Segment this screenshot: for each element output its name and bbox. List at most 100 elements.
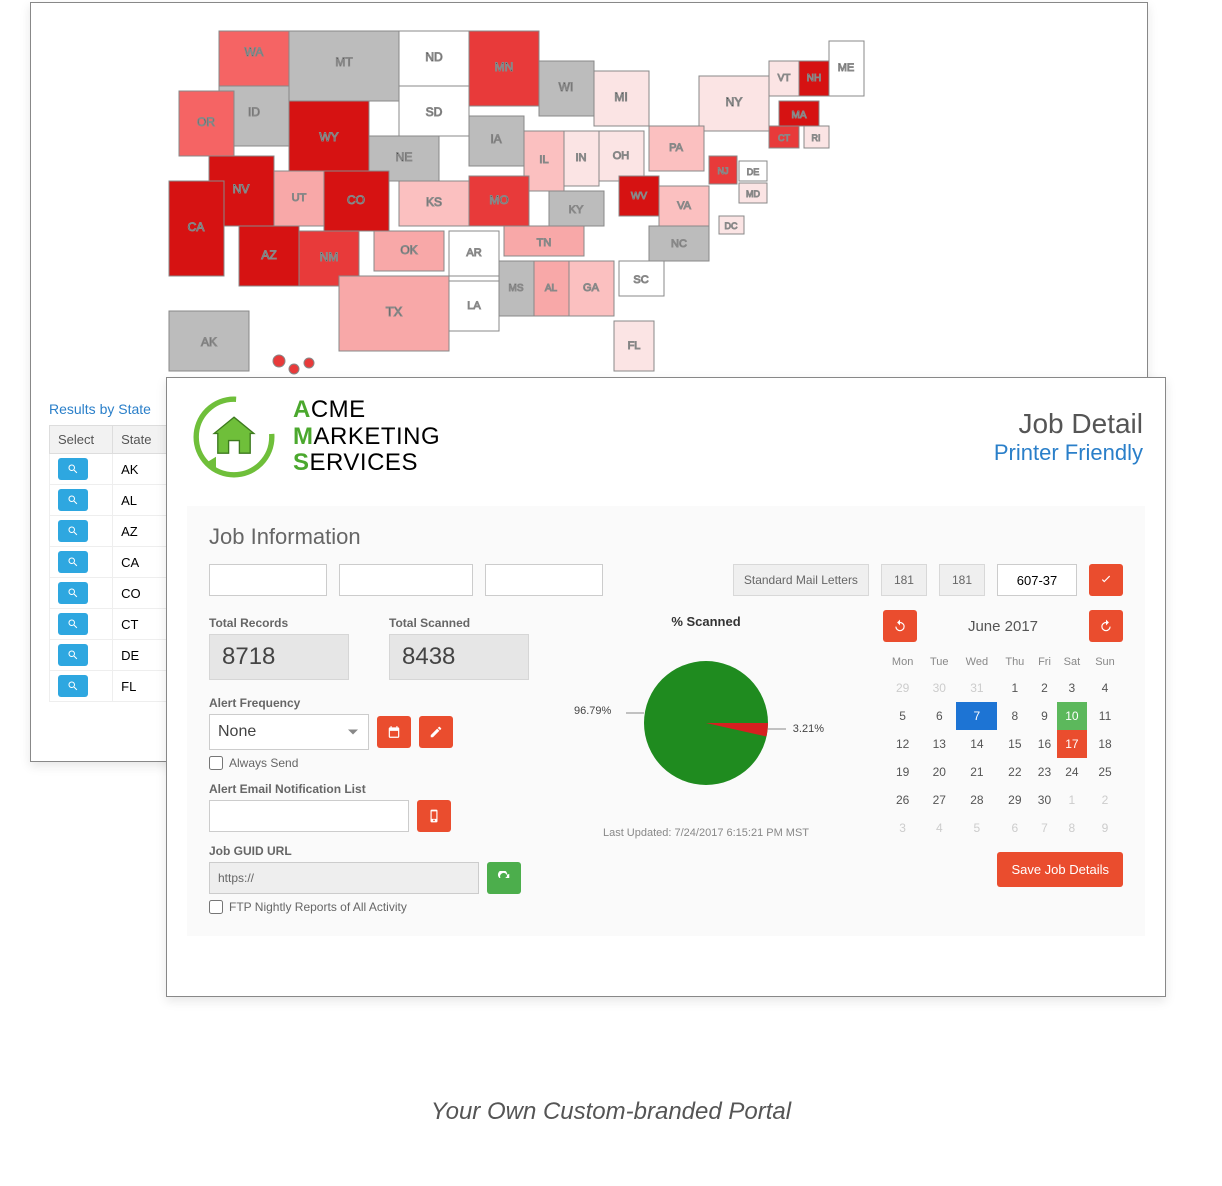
search-icon [67, 494, 79, 506]
calendar-day[interactable]: 3 [1057, 674, 1087, 702]
state-view-button[interactable] [58, 644, 88, 666]
svg-text:PA: PA [669, 142, 684, 154]
alert-calendar-button[interactable] [377, 716, 411, 748]
calendar-day[interactable]: 16 [1032, 730, 1057, 758]
calendar-day[interactable]: 24 [1057, 758, 1087, 786]
calendar-day[interactable]: 2 [1087, 786, 1123, 814]
calendar-day[interactable]: 1 [1057, 786, 1087, 814]
alert-edit-button[interactable] [419, 716, 453, 748]
svg-text:IA: IA [490, 132, 501, 146]
calendar-day[interactable]: 11 [1087, 702, 1123, 730]
calendar-day[interactable]: 31 [956, 674, 997, 702]
calendar-day[interactable]: 15 [997, 730, 1032, 758]
pie-remaining-pct-label: 3.21% [793, 723, 824, 735]
ftp-reports-checkbox[interactable] [209, 900, 223, 914]
calendar-day[interactable]: 5 [956, 814, 997, 842]
check-icon [1099, 573, 1113, 587]
save-job-details-button[interactable]: Save Job Details [997, 852, 1123, 887]
calendar-day[interactable]: 5 [883, 702, 922, 730]
search-icon [67, 556, 79, 568]
promo-caption: Your Own Custom-branded Portal [0, 1098, 1222, 1126]
state-view-button[interactable] [58, 520, 88, 542]
svg-text:TN: TN [537, 237, 552, 249]
alert-frequency-select[interactable]: None [209, 714, 369, 750]
calendar-day[interactable]: 30 [1032, 786, 1057, 814]
state-code: AZ [113, 516, 170, 547]
svg-text:CT: CT [778, 133, 790, 143]
alert-email-button[interactable] [417, 800, 451, 832]
state-view-button[interactable] [58, 675, 88, 697]
calendar-prev-button[interactable] [883, 610, 917, 642]
calendar-day[interactable]: 20 [922, 758, 956, 786]
alert-frequency-label: Alert Frequency [209, 696, 529, 710]
calendar-day[interactable]: 4 [922, 814, 956, 842]
page-title: Job Detail [994, 408, 1143, 440]
dow-header: Sat [1057, 650, 1087, 674]
search-icon [67, 649, 79, 661]
calendar-day[interactable]: 28 [956, 786, 997, 814]
printer-friendly-link[interactable]: Printer Friendly [994, 440, 1143, 466]
calendar-day[interactable]: 7 [956, 702, 997, 730]
calendar-day[interactable]: 13 [922, 730, 956, 758]
svg-text:AZ: AZ [261, 248, 276, 262]
svg-text:NH: NH [807, 73, 821, 84]
calendar-day[interactable]: 3 [883, 814, 922, 842]
calendar-day[interactable]: 30 [922, 674, 956, 702]
calendar-day[interactable]: 9 [1087, 814, 1123, 842]
calendar-next-button[interactable] [1089, 610, 1123, 642]
last-updated-text: Last Updated: 7/24/2017 6:15:21 PM MST [553, 827, 859, 839]
col-select: Select [50, 426, 113, 454]
calendar-day[interactable]: 23 [1032, 758, 1057, 786]
always-send-checkbox[interactable] [209, 756, 223, 770]
svg-text:UT: UT [292, 192, 307, 204]
job-field-2[interactable] [339, 564, 473, 596]
svg-text:SC: SC [633, 274, 648, 286]
calendar-day[interactable]: 9 [1032, 702, 1057, 730]
calendar-grid[interactable]: MonTueWedThuFriSatSun 293031123456789101… [883, 650, 1123, 842]
calendar-icon [387, 725, 401, 739]
calendar-day[interactable]: 21 [956, 758, 997, 786]
calendar-day[interactable]: 8 [1057, 814, 1087, 842]
calendar-day[interactable]: 25 [1087, 758, 1123, 786]
state-view-button[interactable] [58, 613, 88, 635]
alert-email-input[interactable] [209, 800, 409, 832]
calendar-day[interactable]: 26 [883, 786, 922, 814]
svg-text:KY: KY [569, 204, 584, 216]
us-choropleth-map[interactable]: WA MT ND MN ID SD WI MI NY VT NH ME OR W… [49, 21, 1129, 391]
confirm-button[interactable] [1089, 564, 1123, 596]
guid-refresh-button[interactable] [487, 862, 521, 894]
calendar-day[interactable]: 6 [997, 814, 1032, 842]
job-code-input[interactable] [997, 564, 1077, 596]
job-guid-input[interactable] [209, 862, 479, 894]
state-code: AL [113, 485, 170, 516]
state-view-button[interactable] [58, 582, 88, 604]
job-field-1[interactable] [209, 564, 327, 596]
calendar-day[interactable]: 29 [997, 786, 1032, 814]
ftp-reports-checkbox-row[interactable]: FTP Nightly Reports of All Activity [209, 900, 529, 914]
calendar-day[interactable]: 18 [1087, 730, 1123, 758]
always-send-checkbox-row[interactable]: Always Send [209, 756, 529, 770]
job-field-3[interactable] [485, 564, 603, 596]
state-view-button[interactable] [58, 489, 88, 511]
calendar-day[interactable]: 19 [883, 758, 922, 786]
calendar-day[interactable]: 8 [997, 702, 1032, 730]
calendar-day[interactable]: 14 [956, 730, 997, 758]
state-view-button[interactable] [58, 551, 88, 573]
calendar-day[interactable]: 6 [922, 702, 956, 730]
state-view-button[interactable] [58, 458, 88, 480]
pie-scanned-pct-label: 96.79% [574, 705, 611, 717]
svg-text:ND: ND [425, 50, 443, 64]
calendar-day[interactable]: 12 [883, 730, 922, 758]
dow-header: Sun [1087, 650, 1123, 674]
calendar-day[interactable]: 17 [1057, 730, 1087, 758]
calendar-day[interactable]: 4 [1087, 674, 1123, 702]
calendar-day[interactable]: 10 [1057, 702, 1087, 730]
calendar-day[interactable]: 22 [997, 758, 1032, 786]
calendar-day[interactable]: 29 [883, 674, 922, 702]
calendar-day[interactable]: 1 [997, 674, 1032, 702]
calendar-day[interactable]: 7 [1032, 814, 1057, 842]
calendar-day[interactable]: 27 [922, 786, 956, 814]
svg-text:NY: NY [726, 95, 743, 109]
calendar-day[interactable]: 2 [1032, 674, 1057, 702]
svg-text:NE: NE [396, 150, 413, 164]
